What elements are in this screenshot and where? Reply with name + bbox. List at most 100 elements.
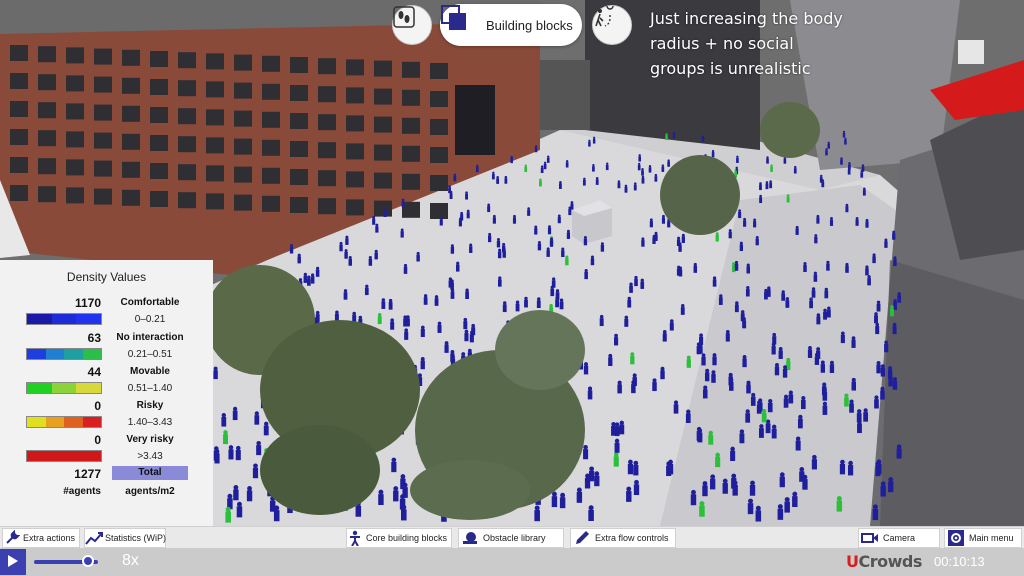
- comfortable-color-bar: [26, 313, 102, 325]
- agent: [699, 501, 705, 517]
- agent: [641, 167, 644, 176]
- agent: [614, 438, 620, 453]
- agent: [696, 426, 702, 441]
- agent: [740, 310, 745, 322]
- agent: [880, 481, 886, 497]
- obstacle-icon: [459, 529, 481, 547]
- agent: [813, 271, 818, 282]
- agent: [559, 298, 564, 310]
- agent: [557, 214, 561, 224]
- agent: [619, 420, 625, 435]
- agent: [769, 180, 773, 189]
- agent: [213, 366, 218, 380]
- agent: [400, 474, 406, 490]
- agent: [673, 400, 679, 414]
- camera-button[interactable]: Camera: [858, 528, 940, 548]
- core-building-blocks-button[interactable]: Core building blocks: [346, 528, 452, 548]
- agent: [797, 414, 803, 429]
- agent: [793, 165, 797, 174]
- agent: [223, 430, 228, 445]
- agent: [849, 399, 854, 413]
- agent: [225, 506, 231, 523]
- agent: [746, 263, 751, 274]
- footprints-button[interactable]: [392, 5, 432, 45]
- building-blocks-button[interactable]: Building blocks: [440, 4, 582, 46]
- agent: [743, 217, 747, 227]
- pencil-icon: [571, 529, 593, 547]
- agent: [823, 308, 828, 320]
- logo-crowds: Crowds: [858, 552, 923, 571]
- speed-value: 8x: [122, 552, 139, 569]
- agent: [588, 466, 595, 482]
- statistics-button[interactable]: Statistics (WiP): [84, 528, 166, 548]
- agent: [865, 218, 869, 228]
- agent: [686, 355, 691, 368]
- agent: [633, 479, 640, 496]
- agent: [297, 253, 301, 264]
- agent: [785, 297, 790, 308]
- speed-slider-handle[interactable]: [82, 555, 94, 567]
- color-segment: [51, 383, 77, 393]
- agent: [463, 317, 468, 330]
- agent: [613, 452, 619, 467]
- agent: [826, 306, 831, 318]
- agent: [872, 253, 876, 264]
- route-button[interactable]: [592, 5, 632, 45]
- simulation-time: 00:10:13: [934, 554, 985, 569]
- agent: [792, 491, 798, 508]
- agent: [761, 408, 767, 423]
- agent: [840, 331, 845, 344]
- agent: [739, 241, 744, 252]
- agent: [836, 496, 843, 512]
- obstacle-library-button[interactable]: Obstacle library: [458, 528, 564, 548]
- movable-range: 0.51–1.40: [127, 383, 173, 394]
- main-menu-button[interactable]: Main menu: [944, 528, 1022, 548]
- agent: [375, 223, 379, 233]
- agent: [884, 238, 888, 248]
- play-button[interactable]: [0, 549, 26, 575]
- agent: [630, 352, 635, 365]
- agent: [825, 148, 828, 156]
- statistics-label: Statistics (WiP): [105, 533, 167, 543]
- agent: [465, 191, 469, 200]
- agent: [725, 330, 730, 342]
- agent: [803, 262, 807, 272]
- agent: [892, 322, 897, 335]
- agent: [590, 255, 595, 266]
- color-segment: [27, 451, 64, 461]
- agent: [343, 289, 348, 300]
- extra-flow-controls-button[interactable]: Extra flow controls: [570, 528, 676, 548]
- agent: [634, 275, 638, 287]
- agent: [420, 357, 425, 370]
- color-segment: [51, 314, 77, 324]
- agent: [690, 489, 697, 506]
- scenario-caption: Just increasing the body radius + no soc…: [650, 9, 843, 78]
- agent: [403, 263, 408, 274]
- agent: [534, 225, 538, 235]
- agent: [632, 373, 637, 387]
- risky-range: 1.40–3.43: [127, 417, 173, 428]
- extra-actions-button[interactable]: Extra actions: [2, 528, 80, 548]
- agent: [766, 156, 769, 164]
- agent: [310, 273, 315, 284]
- agent: [315, 266, 320, 277]
- agent: [822, 387, 828, 401]
- agent: [759, 194, 763, 204]
- color-segment: [76, 314, 101, 324]
- agent: [893, 256, 897, 267]
- agent: [595, 177, 599, 185]
- agent: [728, 229, 732, 239]
- agent: [729, 378, 734, 391]
- agent: [678, 266, 683, 277]
- agent: [765, 181, 769, 190]
- agent: [458, 217, 462, 227]
- agent: [515, 300, 520, 312]
- agent: [348, 255, 352, 266]
- agent: [583, 362, 589, 375]
- agent: [856, 409, 862, 423]
- chart-icon: [85, 529, 103, 547]
- agent: [845, 203, 849, 213]
- agent: [626, 486, 632, 502]
- agent: [614, 333, 619, 346]
- agent: [712, 353, 717, 366]
